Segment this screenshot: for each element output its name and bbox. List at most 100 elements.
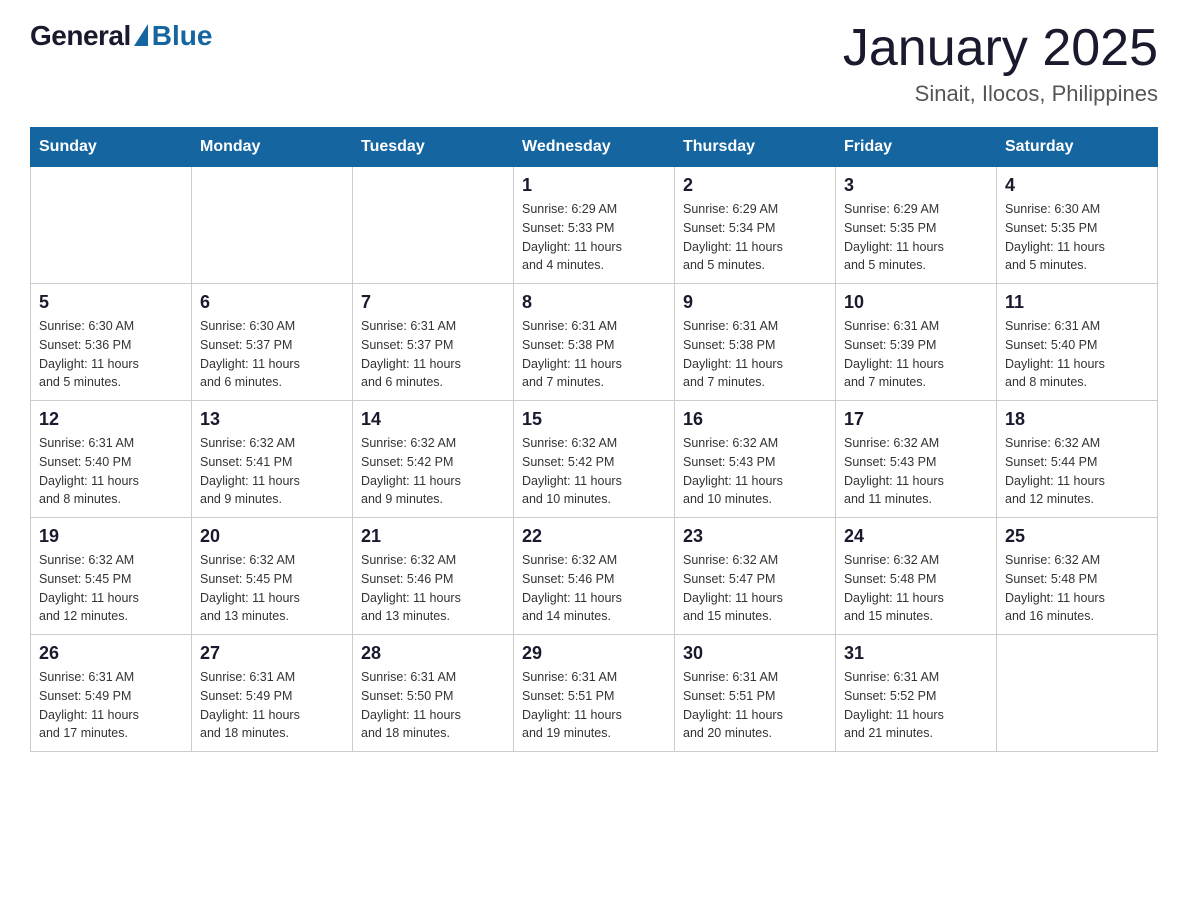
calendar-cell: 13 Sunrise: 6:32 AM Sunset: 5:41 PM Dayli… <box>192 401 353 518</box>
day-info: Sunrise: 6:30 AM Sunset: 5:35 PM Dayligh… <box>1005 200 1149 275</box>
calendar-cell: 17Sunrise: 6:32 AM Sunset: 5:43 PM Dayli… <box>836 401 997 518</box>
calendar-cell: 4 Sunrise: 6:30 AM Sunset: 5:35 PM Daylig… <box>997 167 1158 284</box>
calendar-cell: 24 Sunrise: 6:32 AM Sunset: 5:48 PM Dayli… <box>836 518 997 635</box>
day-number: 11 <box>1005 292 1149 313</box>
day-number: 24 <box>844 526 988 547</box>
day-number: 16 <box>683 409 827 430</box>
day-number: 9 <box>683 292 827 313</box>
subtitle: Sinait, Ilocos, Philippines <box>843 81 1158 107</box>
day-number: 12 <box>39 409 183 430</box>
calendar-cell <box>353 167 514 284</box>
calendar-table: SundayMondayTuesdayWednesdayThursdayFrid… <box>30 127 1158 752</box>
calendar-cell: 21 Sunrise: 6:32 AM Sunset: 5:46 PM Dayli… <box>353 518 514 635</box>
day-number: 8 <box>522 292 666 313</box>
day-info: Sunrise: 6:31 AM Sunset: 5:40 PM Dayligh… <box>39 434 183 509</box>
header-wednesday: Wednesday <box>514 128 675 167</box>
calendar-cell: 18 Sunrise: 6:32 AM Sunset: 5:44 PM Dayli… <box>997 401 1158 518</box>
calendar-cell: 28 Sunrise: 6:31 AM Sunset: 5:50 PM Dayli… <box>353 635 514 752</box>
day-number: 29 <box>522 643 666 664</box>
day-info: Sunrise: 6:32 AM Sunset: 5:45 PM Dayligh… <box>200 551 344 626</box>
day-number: 20 <box>200 526 344 547</box>
day-info: Sunrise: 6:32 AM Sunset: 5:42 PM Dayligh… <box>522 434 666 509</box>
header-thursday: Thursday <box>675 128 836 167</box>
day-info: Sunrise: 6:29 AM Sunset: 5:34 PM Dayligh… <box>683 200 827 275</box>
header-sunday: Sunday <box>31 128 192 167</box>
calendar-header-row: SundayMondayTuesdayWednesdayThursdayFrid… <box>31 128 1158 167</box>
calendar-cell: 6Sunrise: 6:30 AM Sunset: 5:37 PM Daylig… <box>192 284 353 401</box>
day-number: 7 <box>361 292 505 313</box>
calendar-cell: 27Sunrise: 6:31 AM Sunset: 5:49 PM Dayli… <box>192 635 353 752</box>
header-tuesday: Tuesday <box>353 128 514 167</box>
day-info: Sunrise: 6:32 AM Sunset: 5:41 PM Dayligh… <box>200 434 344 509</box>
day-number: 25 <box>1005 526 1149 547</box>
day-number: 30 <box>683 643 827 664</box>
header-saturday: Saturday <box>997 128 1158 167</box>
calendar-cell <box>192 167 353 284</box>
calendar-cell: 22Sunrise: 6:32 AM Sunset: 5:46 PM Dayli… <box>514 518 675 635</box>
calendar-cell: 31Sunrise: 6:31 AM Sunset: 5:52 PM Dayli… <box>836 635 997 752</box>
day-number: 5 <box>39 292 183 313</box>
title-section: January 2025 Sinait, Ilocos, Philippines <box>843 20 1158 107</box>
logo: General Blue <box>30 20 212 52</box>
calendar-cell: 7 Sunrise: 6:31 AM Sunset: 5:37 PM Daylig… <box>353 284 514 401</box>
day-info: Sunrise: 6:31 AM Sunset: 5:49 PM Dayligh… <box>39 668 183 743</box>
calendar-cell: 11Sunrise: 6:31 AM Sunset: 5:40 PM Dayli… <box>997 284 1158 401</box>
calendar-cell: 23 Sunrise: 6:32 AM Sunset: 5:47 PM Dayli… <box>675 518 836 635</box>
day-number: 1 <box>522 175 666 196</box>
day-info: Sunrise: 6:31 AM Sunset: 5:39 PM Dayligh… <box>844 317 988 392</box>
day-info: Sunrise: 6:29 AM Sunset: 5:35 PM Dayligh… <box>844 200 988 275</box>
calendar-cell: 30 Sunrise: 6:31 AM Sunset: 5:51 PM Dayli… <box>675 635 836 752</box>
day-info: Sunrise: 6:32 AM Sunset: 5:48 PM Dayligh… <box>844 551 988 626</box>
day-number: 14 <box>361 409 505 430</box>
header-monday: Monday <box>192 128 353 167</box>
day-info: Sunrise: 6:30 AM Sunset: 5:36 PM Dayligh… <box>39 317 183 392</box>
calendar-cell: 3 Sunrise: 6:29 AM Sunset: 5:35 PM Daylig… <box>836 167 997 284</box>
day-number: 31 <box>844 643 988 664</box>
day-info: Sunrise: 6:32 AM Sunset: 5:46 PM Dayligh… <box>361 551 505 626</box>
day-info: Sunrise: 6:31 AM Sunset: 5:51 PM Dayligh… <box>683 668 827 743</box>
day-info: Sunrise: 6:31 AM Sunset: 5:50 PM Dayligh… <box>361 668 505 743</box>
day-info: Sunrise: 6:32 AM Sunset: 5:43 PM Dayligh… <box>683 434 827 509</box>
day-info: Sunrise: 6:32 AM Sunset: 5:44 PM Dayligh… <box>1005 434 1149 509</box>
day-info: Sunrise: 6:31 AM Sunset: 5:49 PM Dayligh… <box>200 668 344 743</box>
day-number: 22 <box>522 526 666 547</box>
day-number: 15 <box>522 409 666 430</box>
day-number: 21 <box>361 526 505 547</box>
calendar-cell: 19Sunrise: 6:32 AM Sunset: 5:45 PM Dayli… <box>31 518 192 635</box>
day-info: Sunrise: 6:31 AM Sunset: 5:51 PM Dayligh… <box>522 668 666 743</box>
calendar-cell: 5 Sunrise: 6:30 AM Sunset: 5:36 PM Daylig… <box>31 284 192 401</box>
calendar-cell: 16 Sunrise: 6:32 AM Sunset: 5:43 PM Dayli… <box>675 401 836 518</box>
calendar-cell: 26 Sunrise: 6:31 AM Sunset: 5:49 PM Dayli… <box>31 635 192 752</box>
day-number: 28 <box>361 643 505 664</box>
calendar-cell <box>31 167 192 284</box>
day-number: 13 <box>200 409 344 430</box>
day-number: 26 <box>39 643 183 664</box>
week-row-2: 5 Sunrise: 6:30 AM Sunset: 5:36 PM Daylig… <box>31 284 1158 401</box>
day-number: 3 <box>844 175 988 196</box>
day-info: Sunrise: 6:32 AM Sunset: 5:45 PM Dayligh… <box>39 551 183 626</box>
day-number: 4 <box>1005 175 1149 196</box>
logo-general-text: General <box>30 20 131 52</box>
calendar-cell: 20 Sunrise: 6:32 AM Sunset: 5:45 PM Dayli… <box>192 518 353 635</box>
day-info: Sunrise: 6:32 AM Sunset: 5:47 PM Dayligh… <box>683 551 827 626</box>
calendar-cell: 2 Sunrise: 6:29 AM Sunset: 5:34 PM Daylig… <box>675 167 836 284</box>
day-info: Sunrise: 6:29 AM Sunset: 5:33 PM Dayligh… <box>522 200 666 275</box>
calendar-cell: 29 Sunrise: 6:31 AM Sunset: 5:51 PM Dayli… <box>514 635 675 752</box>
page-header: General Blue January 2025 Sinait, Ilocos… <box>30 20 1158 107</box>
week-row-4: 19Sunrise: 6:32 AM Sunset: 5:45 PM Dayli… <box>31 518 1158 635</box>
day-info: Sunrise: 6:32 AM Sunset: 5:42 PM Dayligh… <box>361 434 505 509</box>
calendar-cell: 9 Sunrise: 6:31 AM Sunset: 5:38 PM Daylig… <box>675 284 836 401</box>
day-info: Sunrise: 6:30 AM Sunset: 5:37 PM Dayligh… <box>200 317 344 392</box>
calendar-cell: 12 Sunrise: 6:31 AM Sunset: 5:40 PM Dayli… <box>31 401 192 518</box>
week-row-1: 1 Sunrise: 6:29 AM Sunset: 5:33 PM Daylig… <box>31 167 1158 284</box>
day-number: 18 <box>1005 409 1149 430</box>
week-row-3: 12 Sunrise: 6:31 AM Sunset: 5:40 PM Dayli… <box>31 401 1158 518</box>
day-number: 23 <box>683 526 827 547</box>
day-info: Sunrise: 6:31 AM Sunset: 5:38 PM Dayligh… <box>683 317 827 392</box>
day-info: Sunrise: 6:31 AM Sunset: 5:37 PM Dayligh… <box>361 317 505 392</box>
logo-triangle-icon <box>134 24 148 46</box>
calendar-cell: 25Sunrise: 6:32 AM Sunset: 5:48 PM Dayli… <box>997 518 1158 635</box>
day-number: 2 <box>683 175 827 196</box>
calendar-cell <box>997 635 1158 752</box>
logo-blue-text: Blue <box>152 20 213 52</box>
